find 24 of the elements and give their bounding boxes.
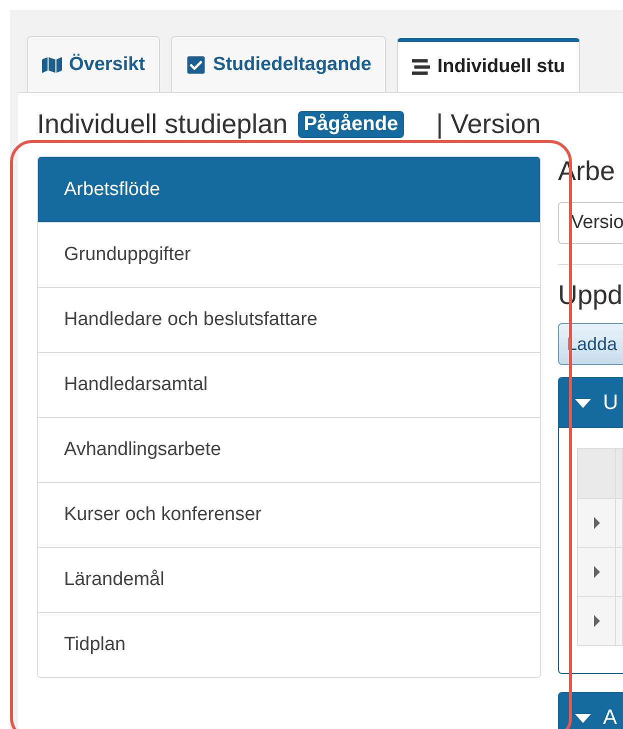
page-title: Individuell studieplan [37,109,288,140]
expand-cell[interactable] [578,596,616,645]
sidebar-item[interactable]: Arbetsflöde [38,157,540,222]
checkbox-icon [186,54,206,74]
panel-title: A [603,706,618,729]
version-label: | Version [436,109,541,140]
caret-down-icon [575,398,591,408]
caret-right-icon [594,517,600,529]
list-icon [412,58,430,76]
tab[interactable]: Översikt [27,36,160,92]
tab[interactable]: Studiedeltagande [171,36,386,92]
sidebar-item[interactable]: Tidplan [38,612,540,677]
caret-right-icon [594,566,600,578]
caret-right-icon [594,615,600,627]
status-badge: Pågående [298,111,404,138]
panel-title: U [603,391,618,415]
expand-cell[interactable] [578,498,616,547]
panel-header[interactable]: A [559,693,623,729]
map-icon [42,54,62,74]
expand-cell[interactable] [578,547,616,596]
tab[interactable]: Individuell stu [397,38,580,92]
version-select[interactable]: Versio [558,202,623,244]
caret-down-icon [575,714,591,722]
panel-header[interactable]: U [559,378,623,428]
